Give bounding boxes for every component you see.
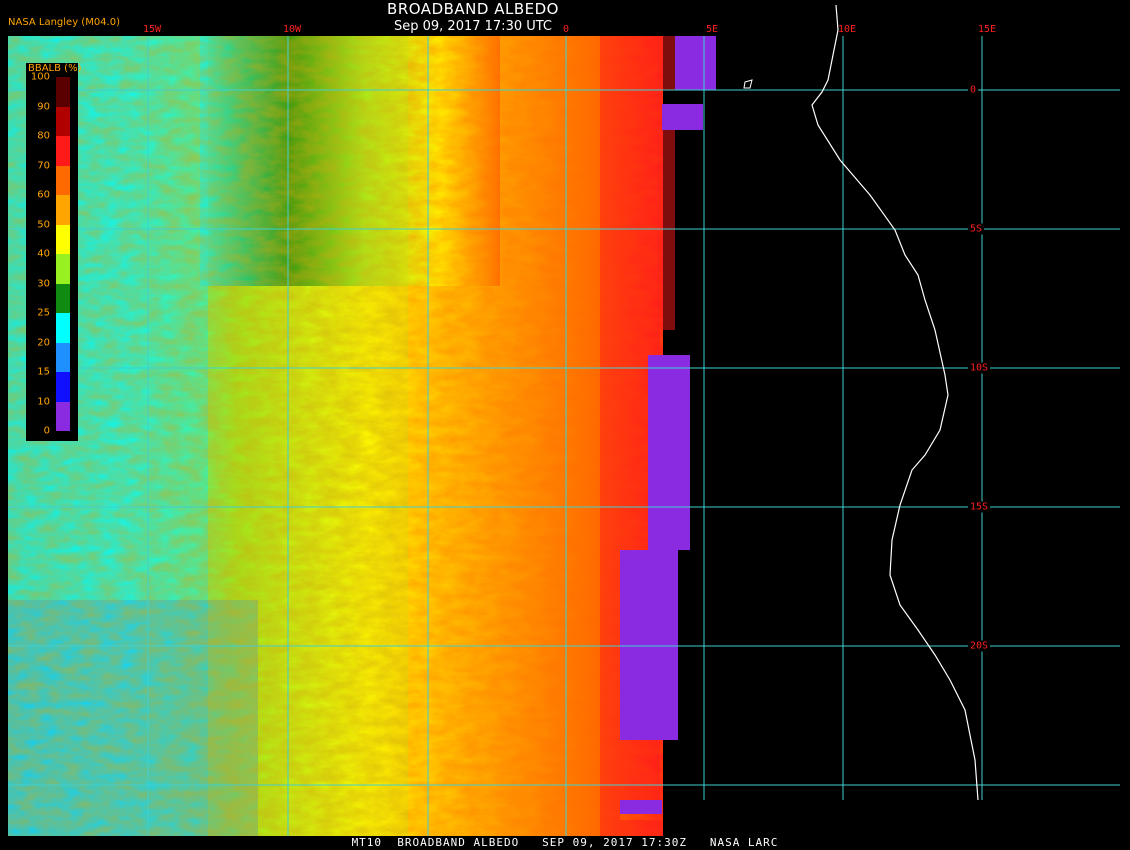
lon-label-5e: 5E — [705, 24, 719, 35]
lon-label-15w: 15W — [142, 24, 162, 35]
legend-tick: 100 — [30, 71, 50, 83]
legend-swatch — [56, 136, 70, 166]
legend-tick: 70 — [37, 160, 50, 171]
lon-label-10w: 10W — [282, 24, 302, 35]
legend-tick: 25 — [37, 307, 50, 319]
legend-tick: 15 — [37, 366, 50, 378]
albedo-field — [8, 4, 1120, 836]
legend-tick: 30 — [37, 278, 50, 289]
legend-swatch — [56, 313, 70, 343]
lon-label-0: 0 — [562, 24, 570, 35]
legend-swatch — [56, 254, 70, 284]
legend-tick: 20 — [37, 337, 50, 348]
lat-label-5s: 5S — [968, 223, 985, 235]
legend-tick: 40 — [37, 248, 50, 260]
lat-label-10s: 10S — [968, 362, 991, 374]
footer-banner: MT10 BROADBAND ALBEDO SEP 09, 2017 17:30… — [351, 836, 779, 849]
legend-swatch — [56, 106, 70, 136]
legend-swatch — [56, 195, 70, 225]
page-title: BROADBAND ALBEDO — [387, 0, 559, 18]
legend-swatch — [56, 77, 70, 107]
lat-label-0: 0 — [968, 84, 979, 96]
legend-swatch — [56, 283, 70, 313]
legend-swatch — [56, 165, 70, 195]
legend-swatch — [56, 372, 70, 402]
legend-swatch — [56, 342, 70, 372]
albedo-map: NASA Langley (M04.0) BROADBAND ALBEDO Se… — [0, 0, 1130, 850]
legend-tick: 10 — [37, 396, 50, 407]
legend-swatch — [56, 401, 70, 431]
legend-tick: 60 — [37, 189, 50, 201]
lon-label-10e: 10E — [837, 24, 857, 35]
timestamp: Sep 09, 2017 17:30 UTC — [393, 19, 553, 34]
legend-tick: 80 — [37, 130, 50, 142]
lon-label-15e: 15E — [977, 24, 997, 35]
legend-swatch — [56, 224, 70, 254]
lat-label-15s: 15S — [968, 501, 991, 513]
lat-label-20s: 20S — [968, 640, 991, 652]
legend-tick: 90 — [37, 101, 50, 112]
color-legend: BBALB (%) 100 90 80 70 60 50 40 30 25 20 15 10 0 — [26, 63, 81, 441]
legend-tick: 50 — [37, 219, 50, 230]
coastline — [811, 4, 979, 801]
legend-tick: 0 — [43, 425, 50, 437]
